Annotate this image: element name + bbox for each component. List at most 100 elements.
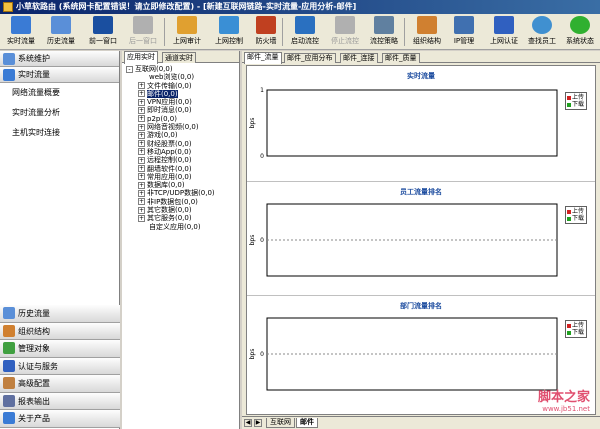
monitor-icon	[11, 16, 31, 34]
expand-icon[interactable]: +	[138, 90, 145, 98]
tab-mail-quality[interactable]: 邮件_质量	[382, 53, 420, 63]
y-axis-label: bps	[249, 118, 256, 129]
tab-mail-traffic[interactable]: 邮件_流量	[244, 52, 282, 64]
toolbar-button-org-chart[interactable]: 组织结构	[408, 16, 446, 48]
nav-section-objects[interactable]: 管理对象	[0, 340, 120, 358]
expand-icon[interactable]: +	[138, 165, 145, 173]
nav-section-about[interactable]: 关于产品	[0, 410, 120, 428]
chart-svg: bps 1 0	[249, 87, 558, 160]
nav-item-realtime-analysis[interactable]: 实时流量分析	[0, 103, 119, 123]
expand-icon[interactable]: +	[138, 82, 145, 90]
nav-section-label: 报表输出	[18, 396, 50, 406]
tree-node[interactable]: + 邮件(0,0)	[126, 89, 239, 98]
toolbar-button-label: 前一窗口	[89, 37, 117, 45]
expand-icon[interactable]: +	[138, 214, 145, 222]
tree-node[interactable]: + 文件传输(0,0)	[126, 82, 239, 90]
toolbar-button-forward-arrow[interactable]: 后一窗口	[124, 16, 162, 48]
legend-entry: 上传	[567, 322, 585, 329]
expand-icon[interactable]: +	[138, 148, 145, 156]
expand-icon[interactable]: +	[138, 173, 145, 181]
chart-panel: 邮件_流量 邮件_应用分布 邮件_连接 邮件_质量 实时流量 bps 1 0 上传 下载员…	[242, 51, 600, 429]
toolbar-button-play[interactable]: 启动流控	[286, 16, 324, 48]
nav-section-history[interactable]: 历史流量	[0, 305, 120, 323]
nav-section-auth-service[interactable]: 认证与服务	[0, 357, 120, 375]
tab-mail-app-distribution[interactable]: 邮件_应用分布	[284, 53, 336, 63]
forward-arrow-icon	[133, 16, 153, 34]
tree-node[interactable]: + 即时消息(0,0)	[126, 106, 239, 114]
legend-swatch	[567, 216, 571, 221]
toolbar-button-status-light[interactable]: 系统状态	[562, 16, 598, 48]
tab-channel-realtime[interactable]: 通道实时	[162, 52, 196, 63]
tab-scroll-left-icon[interactable]: ◀	[244, 419, 252, 427]
legend-entry: 上传	[567, 94, 585, 101]
toolbar-button-ip-manage[interactable]: IP管理	[448, 16, 480, 48]
toolbar-button-back-arrow[interactable]: 前一窗口	[84, 16, 122, 48]
nav-section-advanced-config[interactable]: 高级配置	[0, 375, 120, 393]
expand-icon[interactable]: +	[138, 123, 145, 131]
toolbar-button-search[interactable]: 查找员工	[526, 16, 558, 48]
report-icon	[3, 394, 15, 407]
expand-icon[interactable]: +	[138, 206, 145, 214]
expand-icon[interactable]: +	[138, 106, 145, 114]
tab-internet[interactable]: 互联网	[266, 418, 295, 428]
tree-node[interactable]: + 常用应用(0,0)	[126, 173, 239, 181]
expand-icon[interactable]: +	[138, 131, 145, 139]
nav-item-host-connections[interactable]: 主机实时连接	[0, 123, 119, 143]
tree-node[interactable]: + 其它服务(0,0)	[126, 214, 239, 222]
nav-section-system-maintenance[interactable]: 系统维护	[0, 51, 119, 67]
expand-icon[interactable]: +	[138, 156, 145, 164]
pause-icon	[335, 16, 355, 34]
tree-node-label: 移动App(0,0)	[147, 147, 192, 156]
nav-section-report[interactable]: 报表输出	[0, 392, 120, 410]
tree-node[interactable]: + p2p(0,0)	[126, 115, 239, 123]
expand-icon[interactable]: +	[138, 181, 145, 189]
legend-entry: 下载	[567, 329, 585, 336]
tree-node[interactable]: web浏览(0,0)	[126, 73, 239, 81]
tree-node[interactable]: + 游戏(0,0)	[126, 131, 239, 139]
nav-bottom-sections: 历史流量 组织结构 管理对象 认证与服务 高级配置报表输出关于产品	[0, 305, 120, 428]
tree-node-label: 其它服务(0,0)	[147, 214, 192, 223]
toolbar-button-label: 启动流控	[291, 37, 319, 45]
expand-icon[interactable]: +	[138, 115, 145, 123]
toolbar-button-pause[interactable]: 停止流控	[326, 16, 364, 48]
chart-1: 员工流量排名 bps 0 上传 下载	[247, 182, 595, 296]
expand-icon[interactable]: +	[138, 98, 145, 106]
app-tree: - 互联网(0,0) web浏览(0,0) + 文件传输(0,0) + 邮件(0,0) + VP…	[122, 63, 239, 231]
auth-service-icon	[3, 359, 15, 372]
tree-node[interactable]: + 翻墙软件(0,0)	[126, 165, 239, 173]
toolbar-button-control[interactable]: 上网控制	[210, 16, 248, 48]
tree-tabs: 应用实时 通道实时	[122, 51, 239, 64]
toolbar-button-shield-auth[interactable]: 上网认证	[484, 16, 524, 48]
tab-app-realtime[interactable]: 应用实时	[124, 51, 158, 64]
nav-section-realtime-traffic[interactable]: 实时流量	[0, 67, 119, 83]
legend-label: 上传	[572, 322, 585, 329]
tree-node[interactable]: + 远程控制(0,0)	[126, 156, 239, 164]
tree-node[interactable]: + 财经股票(0,0)	[126, 140, 239, 148]
realtime-icon	[3, 69, 15, 81]
collapse-icon[interactable]: -	[126, 65, 133, 73]
toolbar-button-history[interactable]: 历史流量	[42, 16, 80, 48]
tree-node-label: web浏览(0,0)	[149, 73, 195, 82]
toolbar-button-tools[interactable]: 流控策略	[364, 16, 404, 48]
toolbar-button-firewall[interactable]: 防火墙	[250, 16, 282, 48]
legend-swatch	[567, 209, 571, 214]
tab-scroll-right-icon[interactable]: ▶	[254, 419, 262, 427]
left-nav-panel: 系统维护 实时流量 网络流量概要 实时流量分析 主机实时连接 历史流量 组织结构管…	[0, 51, 120, 429]
nav-section-org-chart[interactable]: 组织结构	[0, 322, 120, 340]
expand-icon[interactable]: +	[138, 198, 145, 206]
nav-item-network-summary[interactable]: 网络流量概要	[0, 83, 119, 103]
watermark: 脚本之家 www.jb51.net	[538, 386, 590, 413]
tab-mail-connections[interactable]: 邮件_连接	[340, 53, 378, 63]
nav-section-label: 系统维护	[18, 54, 50, 63]
expand-icon[interactable]: +	[138, 140, 145, 148]
history-icon	[51, 16, 71, 34]
toolbar-separator	[164, 18, 165, 46]
toolbar-button-audit[interactable]: 上网审计	[168, 16, 206, 48]
expand-icon[interactable]: +	[138, 189, 145, 197]
tree-node[interactable]: 自定义应用(0,0)	[126, 223, 239, 231]
toolbar-button-monitor[interactable]: 实时流量	[2, 16, 40, 48]
tab-mail[interactable]: 邮件	[296, 418, 318, 428]
tree-node[interactable]: + 网络音视频(0,0)	[126, 123, 239, 131]
tree-node[interactable]: + 非IP数据包(0,0)	[126, 198, 239, 206]
tree-node[interactable]: + 非TCP/UDP数据(0,0)	[126, 189, 239, 197]
